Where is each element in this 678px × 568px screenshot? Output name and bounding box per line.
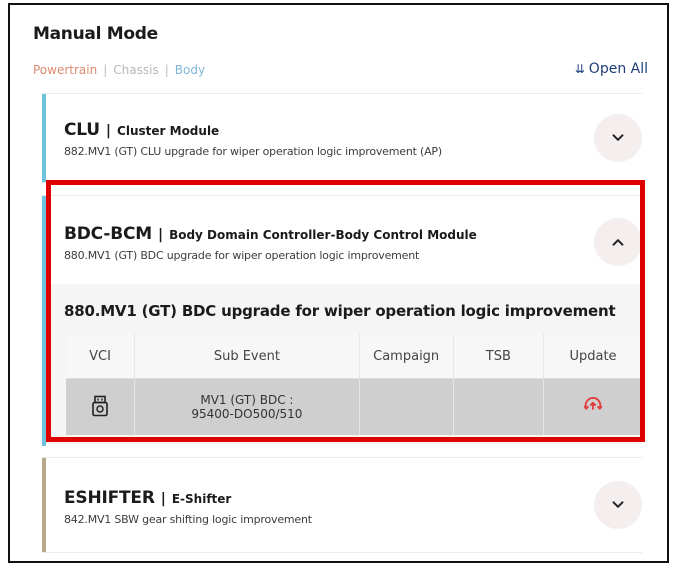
sub-event-cell: MV1 (GT) BDC : 95400-DO500/510 bbox=[134, 378, 360, 435]
module-card-bdc: BDC-BCM | Body Domain Controller-Body Cont… bbox=[42, 195, 642, 446]
campaign-cell bbox=[358, 378, 454, 435]
open-all-label: Open All bbox=[588, 61, 648, 77]
sub-event-table: VCI Sub Event Campaign TSB Update MV1 (G… bbox=[66, 334, 642, 435]
filter-body[interactable]: Body bbox=[175, 63, 205, 77]
table-header-row: VCI Sub Event Campaign TSB Update bbox=[66, 334, 642, 379]
column-header-campaign: Campaign bbox=[358, 334, 454, 379]
filter-powertrain[interactable]: Powertrain bbox=[33, 63, 97, 77]
tsb-cell bbox=[452, 378, 544, 435]
module-description: 842.MV1 SBW gear shifting logic improvem… bbox=[64, 513, 312, 526]
open-all-button[interactable]: ⇊ Open All bbox=[575, 61, 648, 77]
module-detail: 880.MV1 (GT) BDC upgrade for wiper opera… bbox=[46, 284, 642, 444]
sub-event-name: MV1 (GT) BDC : bbox=[200, 393, 294, 407]
module-card-clu: CLU | Cluster Module 882.MV1 (GT) CLU upgr… bbox=[42, 93, 642, 183]
module-separator: | bbox=[105, 123, 112, 139]
chevron-up-icon bbox=[612, 239, 624, 246]
vci-cell bbox=[66, 378, 135, 435]
module-name: E-Shifter bbox=[171, 492, 232, 506]
column-header-update: Update bbox=[543, 334, 642, 379]
update-icon[interactable] bbox=[582, 395, 604, 417]
filter-separator: | bbox=[103, 63, 108, 77]
table-row[interactable]: MV1 (GT) BDC : 95400-DO500/510 bbox=[66, 378, 642, 435]
column-header-vci: VCI bbox=[66, 334, 135, 379]
module-header[interactable]: ESHIFTER | E-Shifter 842.MV1 SBW gear shif… bbox=[42, 458, 642, 526]
module-description: 882.MV1 (GT) CLU upgrade for wiper opera… bbox=[64, 145, 442, 158]
page-title: Manual Mode bbox=[33, 24, 158, 44]
category-filters: Powertrain | Chassis | Body bbox=[33, 63, 205, 77]
module-code: CLU bbox=[64, 120, 100, 140]
module-card-eshifter: ESHIFTER | E-Shifter 842.MV1 SBW gear shif… bbox=[42, 457, 642, 553]
filter-chassis[interactable]: Chassis bbox=[113, 63, 158, 77]
module-code: BDC-BCM bbox=[64, 224, 152, 244]
module-separator: | bbox=[160, 491, 166, 507]
column-header-tsb: TSB bbox=[452, 334, 544, 379]
column-header-sub-event: Sub Event bbox=[134, 334, 360, 379]
module-description: 880.MV1 (GT) BDC upgrade for wiper opera… bbox=[64, 249, 420, 262]
chevron-down-icon bbox=[612, 134, 624, 141]
module-separator: | bbox=[157, 227, 164, 243]
manual-mode-panel: Manual Mode Powertrain | Chassis | Body ⇊ Ope… bbox=[8, 3, 669, 563]
module-name: Body Domain Controller-Body Control Modu… bbox=[169, 228, 477, 242]
chevron-down-icon bbox=[612, 501, 624, 508]
sub-event-part-number: 95400-DO500/510 bbox=[191, 407, 303, 421]
collapse-button[interactable] bbox=[594, 218, 642, 266]
module-name: Cluster Module bbox=[117, 124, 220, 138]
module-header[interactable]: BDC-BCM | Body Domain Controller-Body Cont… bbox=[42, 196, 642, 284]
update-cell[interactable] bbox=[543, 378, 642, 435]
usb-device-icon bbox=[92, 395, 108, 416]
filter-separator: | bbox=[164, 63, 169, 77]
expand-button[interactable] bbox=[594, 481, 642, 529]
detail-title: 880.MV1 (GT) BDC upgrade for wiper opera… bbox=[64, 302, 616, 320]
expand-button[interactable] bbox=[594, 114, 642, 162]
module-code: ESHIFTER bbox=[64, 488, 155, 508]
double-chevron-down-icon: ⇊ bbox=[574, 62, 585, 76]
module-header[interactable]: CLU | Cluster Module 882.MV1 (GT) CLU upgr… bbox=[42, 94, 642, 158]
